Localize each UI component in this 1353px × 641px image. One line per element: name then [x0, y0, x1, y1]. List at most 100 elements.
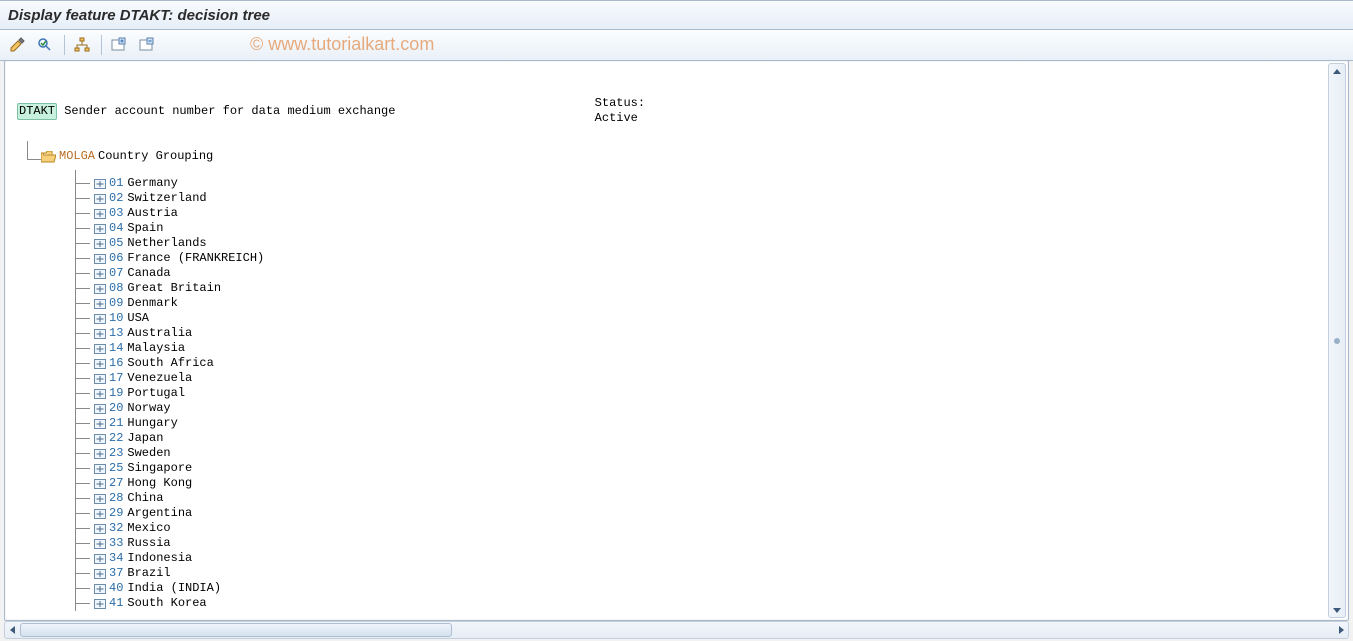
country-row[interactable]: 40India (INDIA) [76, 581, 1328, 596]
expand-node-icon[interactable] [94, 314, 106, 324]
horizontal-scrollbar[interactable] [4, 621, 1349, 639]
vertical-scrollbar[interactable] [1328, 63, 1346, 618]
grouping-description: Country Grouping [98, 149, 213, 164]
country-row[interactable]: 03Austria [76, 206, 1328, 221]
content-area: DTAKT Sender account number for data med… [4, 60, 1349, 621]
expand-node-icon[interactable] [94, 389, 106, 399]
chevron-left-icon [10, 626, 15, 634]
country-row[interactable]: 25Singapore [76, 461, 1328, 476]
country-row[interactable]: 27Hong Kong [76, 476, 1328, 491]
country-code: 33 [109, 536, 123, 551]
country-row[interactable]: 32Mexico [76, 521, 1328, 536]
expand-node-icon[interactable] [94, 239, 106, 249]
country-row[interactable]: 17Venezuela [76, 371, 1328, 386]
toolbar-collapse-button[interactable] [134, 33, 160, 57]
scroll-down-button[interactable] [1330, 603, 1344, 617]
expand-node-icon[interactable] [94, 449, 106, 459]
expand-node-icon[interactable] [94, 464, 106, 474]
country-row[interactable]: 29Argentina [76, 506, 1328, 521]
expand-node-icon[interactable] [94, 374, 106, 384]
country-row[interactable]: 19Portugal [76, 386, 1328, 401]
tree-grouping-row[interactable]: MOLGA Country Grouping [41, 149, 1328, 164]
expand-node-icon[interactable] [94, 179, 106, 189]
chevron-down-icon [1333, 608, 1341, 613]
tree-root-row[interactable]: DTAKT Sender account number for data med… [17, 81, 1328, 141]
country-row[interactable]: 16South Africa [76, 356, 1328, 371]
country-row[interactable]: 37Brazil [76, 566, 1328, 581]
expand-node-icon[interactable] [94, 569, 106, 579]
scroll-left-button[interactable] [5, 623, 19, 637]
expand-node-icon[interactable] [94, 404, 106, 414]
expand-node-icon[interactable] [94, 539, 106, 549]
expand-node-icon[interactable] [94, 194, 106, 204]
expand-node-icon[interactable] [94, 584, 106, 594]
expand-node-icon[interactable] [94, 434, 106, 444]
vertical-scroll-thumb[interactable] [1334, 338, 1340, 344]
toolbar-check-button[interactable] [32, 33, 58, 57]
country-row[interactable]: 08Great Britain [76, 281, 1328, 296]
country-row[interactable]: 14Malaysia [76, 341, 1328, 356]
country-row[interactable]: 06France (FRANKREICH) [76, 251, 1328, 266]
expand-node-icon[interactable] [94, 419, 106, 429]
country-code: 06 [109, 251, 123, 266]
country-row[interactable]: 09Denmark [76, 296, 1328, 311]
country-row[interactable]: 28China [76, 491, 1328, 506]
hierarchy-icon [74, 37, 90, 53]
country-code: 14 [109, 341, 123, 356]
country-row[interactable]: 20Norway [76, 401, 1328, 416]
expand-node-icon[interactable] [94, 479, 106, 489]
expand-node-icon[interactable] [94, 224, 106, 234]
expand-node-icon[interactable] [94, 254, 106, 264]
country-row[interactable]: 23Sweden [76, 446, 1328, 461]
expand-node-icon[interactable] [94, 554, 106, 564]
country-label: South Africa [127, 356, 213, 371]
vertical-scroll-track[interactable] [1329, 78, 1345, 603]
expand-node-icon[interactable] [94, 359, 106, 369]
horizontal-scroll-track[interactable] [20, 622, 1333, 638]
country-row[interactable]: 02Switzerland [76, 191, 1328, 206]
expand-node-icon[interactable] [94, 329, 106, 339]
horizontal-scroll-thumb[interactable] [20, 623, 452, 637]
country-code: 01 [109, 176, 123, 191]
scroll-right-button[interactable] [1334, 623, 1348, 637]
country-row[interactable]: 01Germany [76, 176, 1328, 191]
country-row[interactable]: 34Indonesia [76, 551, 1328, 566]
toolbar [0, 30, 1353, 61]
country-code: 07 [109, 266, 123, 281]
country-row[interactable]: 10USA [76, 311, 1328, 326]
expand-node-icon[interactable] [94, 209, 106, 219]
country-row[interactable]: 41South Korea [76, 596, 1328, 611]
country-row[interactable]: 05Netherlands [76, 236, 1328, 251]
toolbar-expand-button[interactable] [106, 33, 132, 57]
tree-viewport: DTAKT Sender account number for data med… [7, 63, 1328, 618]
country-row[interactable]: 13Australia [76, 326, 1328, 341]
country-row[interactable]: 04Spain [76, 221, 1328, 236]
expand-node-icon[interactable] [94, 599, 106, 609]
country-label: Netherlands [127, 236, 206, 251]
country-label: USA [127, 311, 149, 326]
country-row[interactable]: 33Russia [76, 536, 1328, 551]
expand-node-icon[interactable] [94, 524, 106, 534]
expand-node-icon[interactable] [94, 299, 106, 309]
country-code: 03 [109, 206, 123, 221]
expand-node-icon[interactable] [94, 494, 106, 504]
root-key-badge: DTAKT [17, 103, 57, 120]
country-code: 13 [109, 326, 123, 341]
expand-node-icon[interactable] [94, 344, 106, 354]
chevron-up-icon [1333, 69, 1341, 74]
country-code: 25 [109, 461, 123, 476]
country-row[interactable]: 21Hungary [76, 416, 1328, 431]
toolbar-edit-button[interactable] [4, 33, 30, 57]
country-row[interactable]: 22Japan [76, 431, 1328, 446]
expand-node-icon[interactable] [94, 269, 106, 279]
country-label: China [127, 491, 163, 506]
country-label: South Korea [127, 596, 206, 611]
country-code: 17 [109, 371, 123, 386]
country-label: Portugal [127, 386, 185, 401]
scroll-up-button[interactable] [1330, 64, 1344, 78]
country-code: 08 [109, 281, 123, 296]
expand-node-icon[interactable] [94, 284, 106, 294]
toolbar-hierarchy-button[interactable] [69, 33, 95, 57]
expand-node-icon[interactable] [94, 509, 106, 519]
country-row[interactable]: 07Canada [76, 266, 1328, 281]
